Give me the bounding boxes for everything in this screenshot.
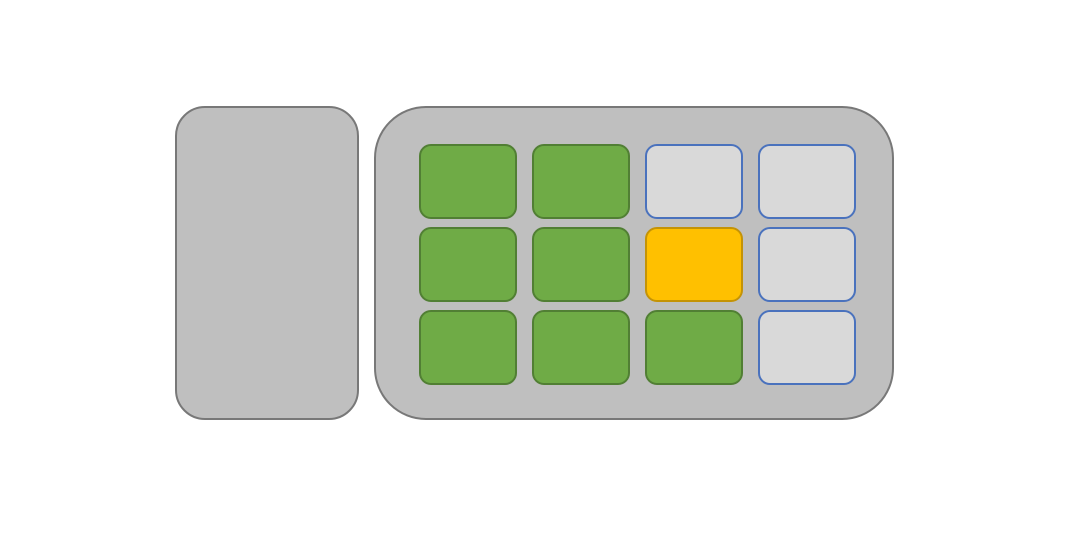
green-tile [532, 227, 630, 302]
green-tile [419, 310, 517, 385]
empty-tile [758, 310, 856, 385]
empty-tile [758, 227, 856, 302]
green-tile [419, 144, 517, 219]
left-panel [175, 106, 359, 420]
highlight-tile [645, 227, 743, 302]
empty-tile [645, 144, 743, 219]
green-tile [532, 144, 630, 219]
green-tile [645, 310, 743, 385]
grid-panel [374, 106, 894, 420]
green-tile [419, 227, 517, 302]
empty-tile [758, 144, 856, 219]
green-tile [532, 310, 630, 385]
